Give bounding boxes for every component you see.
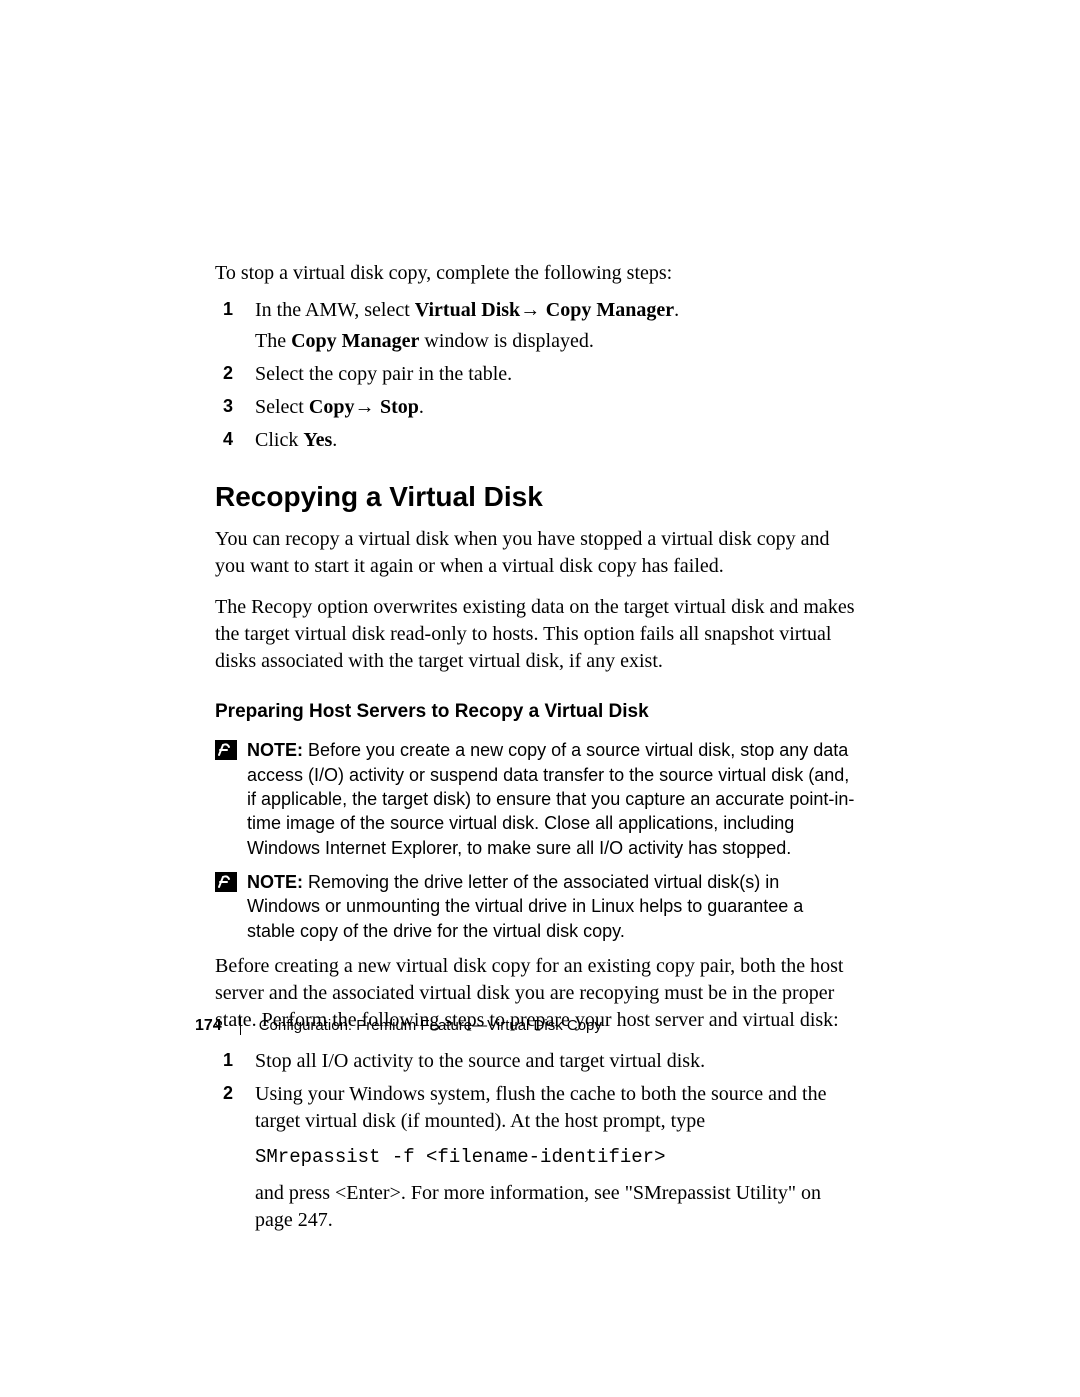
arrow-glyph: →: [354, 396, 380, 418]
text-run: .: [674, 299, 679, 321]
text-run: The: [255, 330, 291, 352]
bold-text: Stop: [380, 396, 419, 418]
note-1-body: Before you create a new copy of a source…: [247, 740, 854, 857]
text-run: Stop all I/O activity to the source and …: [255, 1050, 705, 1072]
step-number: 1: [223, 297, 233, 321]
text-run: Select the copy pair in the table.: [255, 363, 512, 385]
step-number: 4: [223, 427, 233, 451]
note-2-lead: NOTE:: [247, 872, 303, 892]
step-text: Using your Windows system, flush the cac…: [255, 1081, 855, 1135]
subsection-heading: Preparing Host Servers to Recopy a Virtu…: [215, 699, 855, 725]
steps-list-bottom: 1 Stop all I/O activity to the source and…: [215, 1048, 855, 1235]
bold-text: Virtual Disk: [415, 299, 520, 321]
step-tail: The Copy Manager window is displayed.: [255, 328, 855, 355]
text-run: Select: [255, 396, 309, 418]
note-1-lead: NOTE:: [247, 740, 303, 760]
page-footer: 174 Configuration: Premium Feature—Virtu…: [195, 1015, 602, 1037]
footer-text: Configuration: Premium Feature—Virtual D…: [259, 1016, 602, 1036]
note-1: NOTE: Before you create a new copy of a …: [215, 738, 855, 859]
note-icon: [215, 872, 237, 892]
paragraph-1: You can recopy a virtual disk when you h…: [215, 526, 855, 580]
note-1-text: NOTE: Before you create a new copy of a …: [247, 738, 855, 859]
step-item: 4 Click Yes.: [215, 427, 855, 454]
steps-list-top: 1In the AMW, select Virtual Disk→ Copy M…: [215, 297, 855, 454]
text-run: .: [419, 396, 424, 418]
footer-divider: [240, 1017, 241, 1035]
bold-text: Yes: [303, 429, 332, 451]
text-run: .: [332, 429, 337, 451]
step-text: Select Copy→ Stop.: [255, 394, 855, 421]
bold-text: Copy Manager: [546, 299, 674, 321]
step-number: 3: [223, 394, 233, 418]
step-after: and press <Enter>. For more information,…: [255, 1180, 855, 1234]
text-run: In the AMW, select: [255, 299, 415, 321]
document-page: To stop a virtual disk copy, complete th…: [0, 0, 1080, 1397]
note-2: NOTE: Removing the drive letter of the a…: [215, 870, 855, 943]
paragraph-2: The Recopy option overwrites existing da…: [215, 594, 855, 675]
step-item: 1 Stop all I/O activity to the source and…: [215, 1048, 855, 1075]
text-run: Using your Windows system, flush the cac…: [255, 1083, 827, 1132]
step-text: In the AMW, select Virtual Disk→ Copy Ma…: [255, 297, 855, 324]
note-2-text: NOTE: Removing the drive letter of the a…: [247, 870, 855, 943]
step-number: 1: [223, 1048, 233, 1072]
step-item: 1 In the AMW, select Virtual Disk→ Copy M…: [215, 297, 855, 355]
step-text: Stop all I/O activity to the source and …: [255, 1048, 855, 1075]
step-item: 2 Select the copy pair in the table.: [215, 361, 855, 388]
step-item: 2 Using your Windows system, flush the ca…: [215, 1081, 855, 1235]
step-text: Select the copy pair in the table.: [255, 361, 855, 388]
step-number: 2: [223, 1081, 233, 1105]
intro-text: To stop a virtual disk copy, complete th…: [215, 260, 855, 287]
step-number: 2: [223, 361, 233, 385]
note-2-body: Removing the drive letter of the associa…: [247, 872, 803, 941]
arrow-glyph: →: [520, 299, 546, 321]
text-run: window is displayed.: [419, 330, 593, 352]
text-run: Click: [255, 429, 303, 451]
bold-text: Copy Manager: [291, 330, 419, 352]
step-item: 3 Select Copy→ Stop.: [215, 394, 855, 421]
step-text: Click Yes.: [255, 427, 855, 454]
page-number: 174: [195, 1015, 222, 1037]
code-line: SMrepassist -f <filename-identifier>: [255, 1145, 855, 1171]
bold-text: Copy: [309, 396, 355, 418]
section-heading: Recopying a Virtual Disk: [215, 478, 855, 516]
note-icon: [215, 740, 237, 760]
